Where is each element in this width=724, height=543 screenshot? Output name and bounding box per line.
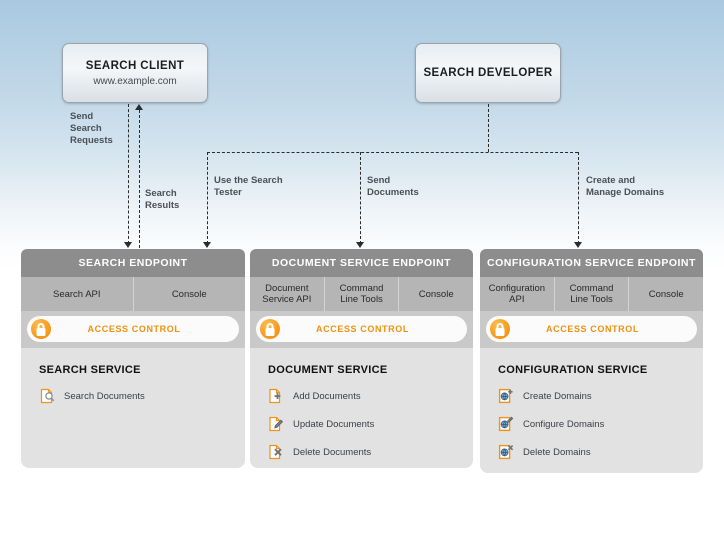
list-item-label: Configure Domains [523,418,605,430]
document-service-body: DOCUMENT SERVICE Add Documents Update Do… [250,348,473,468]
document-service-endpoint-panel: DOCUMENT SERVICE ENDPOINT Document Servi… [250,249,473,468]
connector-search-results [139,110,140,248]
connector-developer-bus [207,152,578,153]
list-item[interactable]: Update Documents [268,416,455,432]
tab-configuration-console[interactable]: Console [629,277,703,311]
search-developer-box: SEARCH DEVELOPER [415,43,561,103]
configuration-service-body: CONFIGURATION SERVICE Create Domains Con… [480,348,703,473]
search-client-box: SEARCH CLIENT www.example.com [62,43,208,103]
list-item-label: Create Domains [523,390,592,402]
search-access-control-label: ACCESS CONTROL [87,324,181,334]
list-item[interactable]: Delete Documents [268,444,455,460]
connector-send-documents [360,152,361,244]
search-service-title: SEARCH SERVICE [39,364,141,376]
domain-configure-icon [498,416,514,432]
arrowhead-send-documents [356,242,364,248]
tab-configuration-command-line-tools[interactable]: Command Line Tools [555,277,630,311]
configuration-access-control-bar: ACCESS CONTROL [486,316,697,342]
document-service-endpoint-header: DOCUMENT SERVICE ENDPOINT [250,249,473,277]
document-search-icon [39,388,55,404]
document-delete-icon [268,444,284,460]
arrowhead-use-search-tester [203,242,211,248]
list-item-label: Add Documents [293,390,361,402]
configuration-access-control-wrap: ACCESS CONTROL [480,311,703,348]
tab-document-service-api[interactable]: Document Service API [250,277,325,311]
tab-search-api[interactable]: Search API [21,277,134,311]
list-item-label: Update Documents [293,418,375,430]
lock-icon [490,319,510,339]
search-endpoint-header: SEARCH ENDPOINT [21,249,245,277]
search-endpoint-panel: SEARCH ENDPOINT Search API Console ACCES… [21,249,245,468]
search-access-control-wrap: ACCESS CONTROL [21,311,245,348]
list-item[interactable]: Configure Domains [498,416,685,432]
list-item[interactable]: Search Documents [39,388,227,404]
domain-add-icon [498,388,514,404]
arrowhead-search-results [135,104,143,110]
configuration-service-endpoint-panel: CONFIGURATION SERVICE ENDPOINT Configura… [480,249,703,473]
connector-send-search-requests [128,104,129,244]
tab-document-console[interactable]: Console [399,277,473,311]
tab-document-command-line-tools[interactable]: Command Line Tools [325,277,400,311]
document-service-title: DOCUMENT SERVICE [268,364,388,376]
document-access-control-label: ACCESS CONTROL [316,324,409,334]
list-item-label: Delete Domains [523,446,591,458]
search-endpoint-tabs: Search API Console [21,277,245,311]
list-item-label: Delete Documents [293,446,372,458]
lock-icon [260,319,280,339]
arrowhead-send-search-requests [124,242,132,248]
search-developer-title: SEARCH DEVELOPER [423,67,553,79]
connector-create-manage-domains [578,152,579,244]
connector-developer-trunk [488,104,489,152]
connector-use-search-tester [207,152,208,244]
arrowhead-create-manage-domains [574,242,582,248]
document-service-endpoint-tabs: Document Service API Command Line Tools … [250,277,473,311]
document-access-control-bar: ACCESS CONTROL [256,316,467,342]
configuration-service-title: CONFIGURATION SERVICE [498,364,648,376]
tab-configuration-api[interactable]: Configuration API [480,277,555,311]
document-access-control-wrap: ACCESS CONTROL [250,311,473,348]
configuration-service-endpoint-header: CONFIGURATION SERVICE ENDPOINT [480,249,703,277]
tab-search-console[interactable]: Console [134,277,246,311]
edge-label-create-manage-domains: Create and Manage Domains [586,175,665,198]
lock-icon [31,319,51,339]
edge-label-use-search-tester: Use the Search Tester [214,175,283,198]
edge-label-search-results: Search Results [145,188,180,211]
list-item[interactable]: Add Documents [268,388,455,404]
diagram-canvas: SEARCH CLIENT www.example.com SEARCH DEV… [0,0,724,543]
list-item-label: Search Documents [64,390,145,402]
search-client-title: SEARCH CLIENT [85,59,185,72]
list-item[interactable]: Delete Domains [498,444,685,460]
configuration-service-endpoint-tabs: Configuration API Command Line Tools Con… [480,277,703,311]
edge-label-send-search-requests: Send Search Requests [70,111,113,146]
search-access-control-bar: ACCESS CONTROL [27,316,239,342]
configuration-access-control-label: ACCESS CONTROL [546,324,639,334]
search-client-subtitle: www.example.com [93,75,177,87]
document-edit-icon [268,416,284,432]
edge-label-send-documents: Send Documents [367,175,419,198]
search-service-body: SEARCH SERVICE Search Documents [21,348,245,468]
domain-delete-icon [498,444,514,460]
document-add-icon [268,388,284,404]
list-item[interactable]: Create Domains [498,388,685,404]
